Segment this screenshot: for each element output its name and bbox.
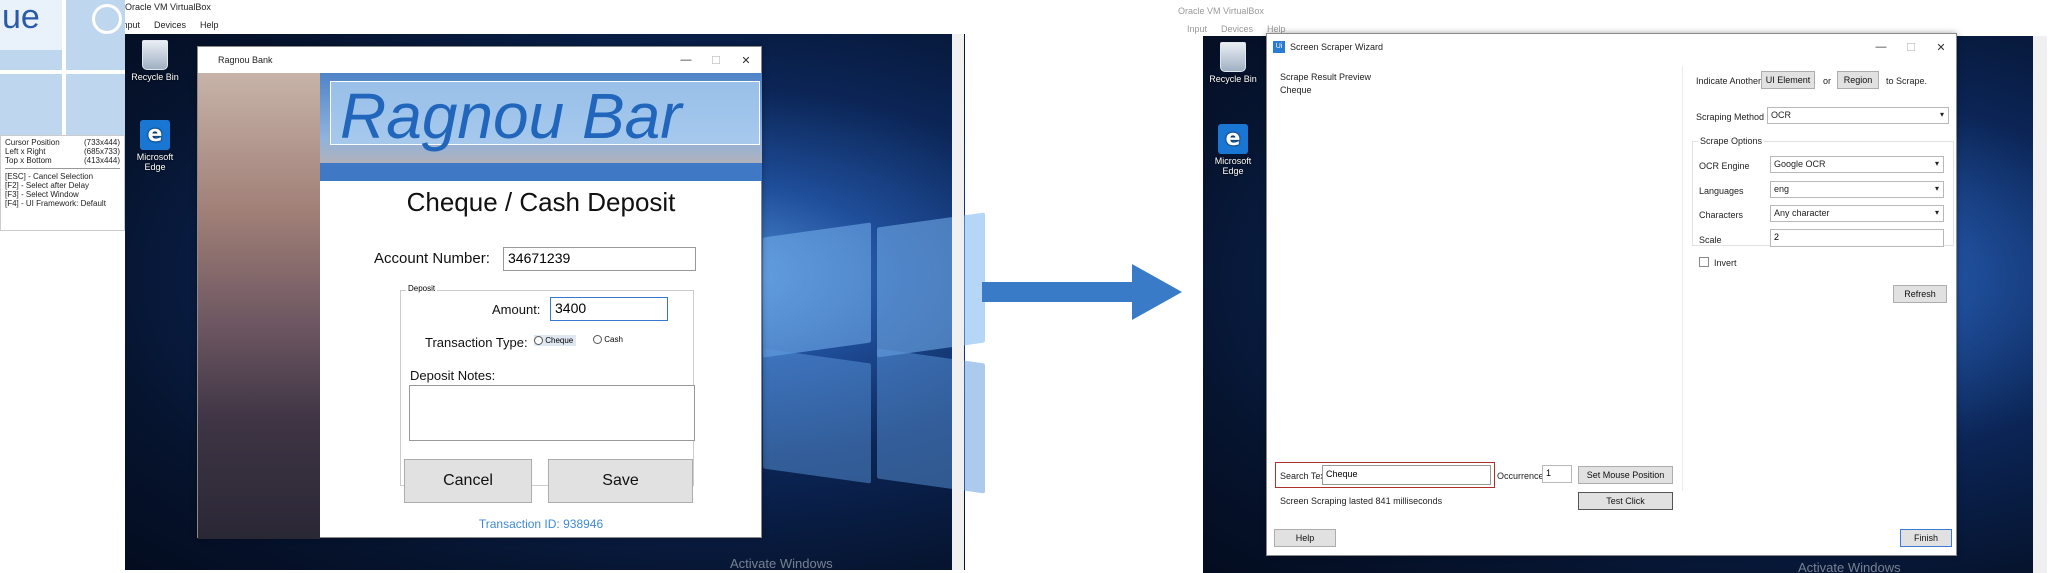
close-icon[interactable]: ✕ (731, 54, 761, 67)
zoom-text: ue (2, 0, 40, 36)
maximize-icon[interactable]: ☐ (1896, 41, 1926, 54)
zoom-magnifier: ue (0, 0, 125, 135)
status-text: Screen Scraping lasted 841 milliseconds (1280, 496, 1443, 506)
ocr-engine-select[interactable]: Google OCR (1770, 156, 1944, 173)
engine-label: OCR Engine (1699, 161, 1750, 171)
close-icon[interactable]: ✕ (1926, 41, 1956, 54)
key-hint: [F3] - Select Window (5, 190, 79, 199)
transaction-type-label: Transaction Type: (425, 335, 528, 350)
banner-text: Ragnou Bar (340, 80, 682, 152)
bank-banner: Ragnou Bar (320, 73, 762, 181)
edge-icon[interactable]: e Microsoft Edge (127, 120, 183, 172)
transition-arrow-icon (982, 264, 1182, 320)
key-hint: [F4] - UI Framework: Default (5, 199, 106, 208)
edge-icon[interactable]: e Microsoft Edge (1205, 124, 1261, 176)
info-row: Top x Bottom (413x444) (5, 156, 120, 165)
menu-help[interactable]: Help (200, 20, 219, 30)
search-text-field[interactable]: Cheque (1322, 465, 1491, 485)
menu-input[interactable]: Input (1187, 24, 1207, 34)
languages-select[interactable]: eng (1770, 181, 1944, 198)
finish-button[interactable]: Finish (1900, 529, 1952, 547)
set-mouse-position-button[interactable]: Set Mouse Position (1578, 466, 1673, 484)
vbox-menu: Input Devices Help (120, 20, 219, 30)
info-row: Left x Right (685x733) (5, 147, 120, 156)
help-button[interactable]: Help (1274, 529, 1336, 547)
languages-label: Languages (1699, 186, 1744, 196)
to-scrape-label: to Scrape. (1886, 76, 1928, 86)
ui-element-button[interactable]: UI Element (1761, 71, 1815, 89)
preview-label: Scrape Result Preview (1280, 72, 1372, 82)
cancel-button[interactable]: Cancel (404, 459, 532, 503)
info-row: Cursor Position (733x444) (5, 138, 120, 147)
recycle-bin-icon[interactable]: Recycle Bin (127, 40, 183, 82)
page-title: Cheque / Cash Deposit (406, 187, 676, 217)
activate-windows-watermark: Activate Windows (1798, 560, 1901, 573)
deposit-notes-label: Deposit Notes: (410, 368, 496, 383)
minimize-icon[interactable]: — (671, 54, 701, 67)
characters-label: Characters (1699, 210, 1744, 220)
scraping-method-select[interactable]: OCR (1767, 107, 1949, 124)
deposit-notes-field[interactable] (409, 385, 695, 441)
minimize-icon[interactable]: — (1866, 41, 1896, 54)
transaction-id: Transaction ID: 938946 (478, 517, 604, 531)
window-titlebar[interactable]: Ragnou Bank — ☐ ✕ (198, 47, 761, 73)
vbox-title: Oracle VM VirtualBox (1178, 6, 1264, 16)
account-number-field[interactable]: 34671239 (503, 247, 696, 271)
uipath-icon: Ui (1273, 41, 1285, 53)
ragnou-bank-window: Ragnou Bank — ☐ ✕ Ragnou Bar Cheque / Cash… (197, 46, 762, 539)
window-titlebar[interactable]: Ui Screen Scraper Wizard — ☐ ✕ (1267, 34, 1956, 60)
app-title: Ragnou Bank (218, 55, 273, 65)
account-label: Account Number: (374, 250, 490, 267)
activate-windows-watermark: Activate Windows (730, 556, 833, 571)
right-screenshot: Oracle VM VirtualBox Input Devices Help … (1175, 0, 2048, 573)
preview-text: Cheque (1280, 85, 1312, 95)
region-button[interactable]: Region (1837, 71, 1879, 89)
characters-select[interactable]: Any character (1770, 205, 1944, 222)
radio-cash[interactable]: Cash (593, 335, 623, 345)
or-label: or (1823, 76, 1832, 86)
save-button[interactable]: Save (548, 459, 693, 503)
occurrence-field[interactable]: 1 (1542, 465, 1572, 483)
scale-field[interactable]: 2 (1770, 229, 1944, 247)
test-click-button[interactable]: Test Click (1578, 492, 1673, 510)
wizard-title: Screen Scraper Wizard (1290, 42, 1384, 52)
amount-field[interactable]: 3400 (550, 297, 668, 321)
maximize-icon[interactable]: ☐ (701, 54, 731, 67)
vbox-title: Oracle VM VirtualBox (125, 2, 211, 12)
scale-label: Scale (1699, 235, 1722, 245)
indicate-label: Indicate Another (1696, 76, 1762, 86)
refresh-button[interactable]: Refresh (1893, 285, 1947, 303)
menu-devices[interactable]: Devices (154, 20, 186, 30)
key-hint: [F2] - Select after Delay (5, 181, 90, 190)
deposit-group-label: Deposit (406, 284, 438, 293)
key-hint: [ESC] - Cancel Selection (5, 172, 94, 181)
vbox-scrollbar[interactable] (952, 34, 964, 570)
occurrence-label: Occurrence (1497, 471, 1544, 481)
options-label: Scrape Options (1698, 136, 1765, 146)
screen-scraper-wizard-window: Ui Screen Scraper Wizard — ☐ ✕ Scrape Resu… (1266, 33, 1957, 556)
left-screenshot: Oracle VM VirtualBox Input Devices Help … (0, 0, 985, 573)
amount-label: Amount: (492, 302, 541, 317)
vbox-scrollbar[interactable] (2033, 36, 2047, 573)
invert-checkbox[interactable] (1699, 257, 1709, 267)
invert-label: Invert (1714, 258, 1737, 268)
sunset-image (198, 73, 320, 539)
selection-info-panel: Cursor Position (733x444) Left x Right (68… (0, 135, 125, 231)
recycle-bin-icon[interactable]: Recycle Bin (1205, 42, 1261, 84)
preview-pane: Scrape Result Preview Cheque (1275, 66, 1683, 491)
search-label: Search Text (1280, 471, 1328, 481)
method-label: Scraping Method (1696, 112, 1765, 122)
radio-cheque[interactable]: Cheque (534, 335, 577, 347)
menu-devices[interactable]: Devices (1221, 24, 1253, 34)
